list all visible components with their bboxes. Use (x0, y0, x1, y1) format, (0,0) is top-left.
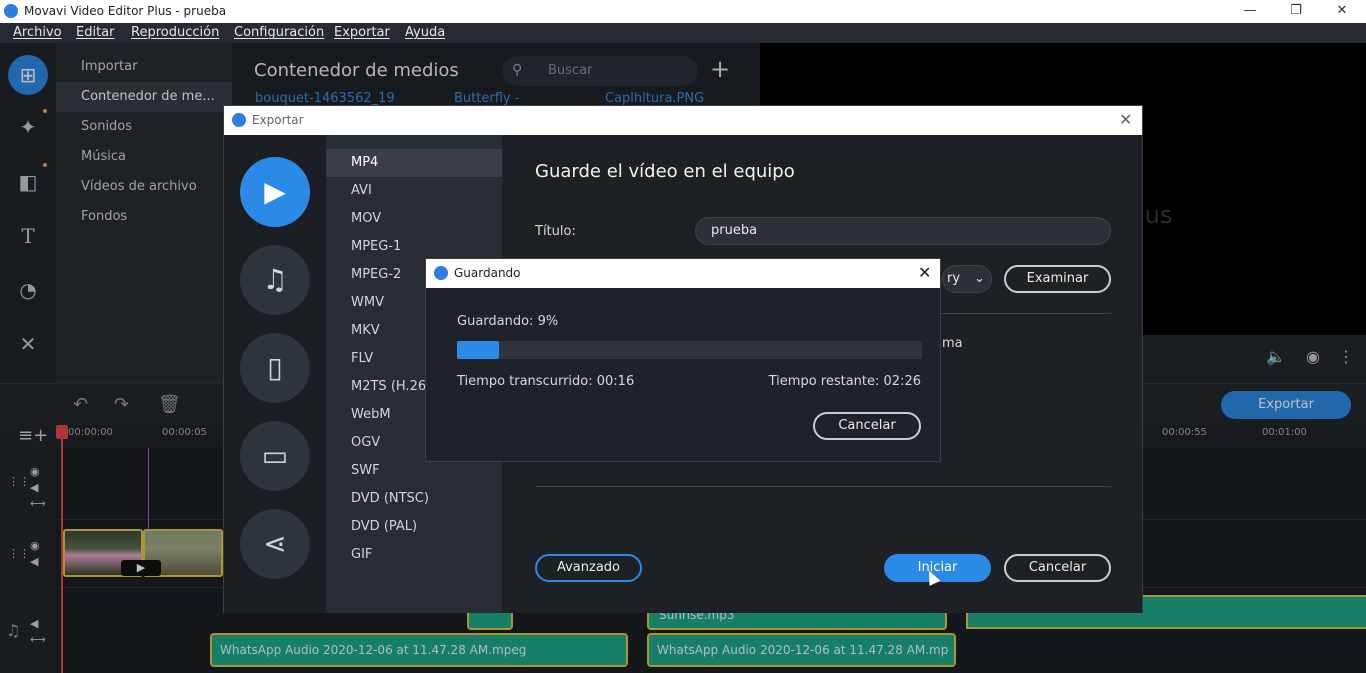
title-label: Título: (535, 224, 576, 239)
export-heading: Guarde el vídeo en el equipo (535, 161, 795, 182)
export-type-sidebar: ▶ ♫ ▯ ▭ ⋖ (224, 135, 326, 613)
menu-ayuda[interactable]: Ayuda (405, 25, 445, 40)
format-item[interactable]: MOV (326, 205, 502, 233)
title-input[interactable]: prueba (695, 217, 1111, 245)
app-logo-icon (4, 4, 18, 18)
close-window-button[interactable]: ✕ (1319, 0, 1365, 23)
video-file-icon[interactable]: ▶ (240, 157, 310, 227)
format-item[interactable]: DVD (PAL) (326, 513, 502, 541)
divider (535, 486, 1111, 487)
app-logo-icon (434, 266, 448, 280)
progress-fill (457, 341, 499, 359)
saving-status: Guardando: 9% (457, 314, 559, 329)
menu-bar: Archivo Editar Reproducción Configuració… (0, 23, 1366, 43)
format-item[interactable]: AVI (326, 177, 502, 205)
menu-configuracion[interactable]: Configuración (234, 25, 324, 40)
close-icon[interactable]: ✕ (918, 263, 931, 282)
option-label-partial: ma (942, 336, 963, 351)
maximize-button[interactable]: ❐ (1273, 0, 1319, 23)
saving-dialog-title: Guardando (454, 266, 521, 280)
chevron-down-icon: ⌄ (974, 271, 985, 286)
menu-reproduccion[interactable]: Reproducción (131, 25, 219, 40)
folder-select[interactable]: ry ⌄ (942, 265, 992, 293)
app-logo-icon (232, 113, 246, 127)
folder-select-value: ry (947, 271, 961, 286)
window-title: Movavi Video Editor Plus - prueba (24, 4, 227, 18)
movavi-window: Movavi Video Editor Plus - prueba — ❐ ✕ … (0, 0, 1366, 673)
devices-icon[interactable]: ▯ (240, 333, 310, 403)
format-item[interactable]: DVD (NTSC) (326, 485, 502, 513)
menu-editar[interactable]: Editar (76, 25, 115, 40)
close-icon[interactable]: ✕ (1119, 110, 1132, 129)
browse-button[interactable]: Examinar (1004, 265, 1111, 293)
cancel-button[interactable]: Cancelar (1004, 554, 1111, 582)
share-icon[interactable]: ⋖ (240, 509, 310, 579)
format-item[interactable]: MP4 (326, 149, 502, 177)
export-dialog-header: Exportar ✕ (224, 106, 1142, 135)
progress-bar (457, 341, 922, 359)
remaining-time: Tiempo restante: 02:26 (768, 374, 921, 389)
menu-exportar[interactable]: Exportar (334, 25, 390, 40)
title-bar: Movavi Video Editor Plus - prueba — ❐ ✕ (0, 0, 1366, 23)
minimize-button[interactable]: — (1227, 0, 1273, 23)
cancel-saving-button[interactable]: Cancelar (813, 412, 921, 440)
advanced-button[interactable]: Avanzado (535, 554, 642, 582)
elapsed-time: Tiempo transcurrido: 00:16 (457, 374, 635, 389)
menu-archivo[interactable]: Archivo (13, 25, 62, 40)
format-item[interactable]: GIF (326, 541, 502, 569)
saving-dialog: Guardando ✕ Guardando: 9% Tiempo transcu… (425, 258, 941, 462)
audio-file-icon[interactable]: ♫ (240, 245, 310, 315)
saving-dialog-header: Guardando ✕ (426, 259, 940, 288)
export-dialog-title: Exportar (252, 113, 304, 127)
format-item[interactable]: MPEG-1 (326, 233, 502, 261)
tv-icon[interactable]: ▭ (240, 421, 310, 491)
